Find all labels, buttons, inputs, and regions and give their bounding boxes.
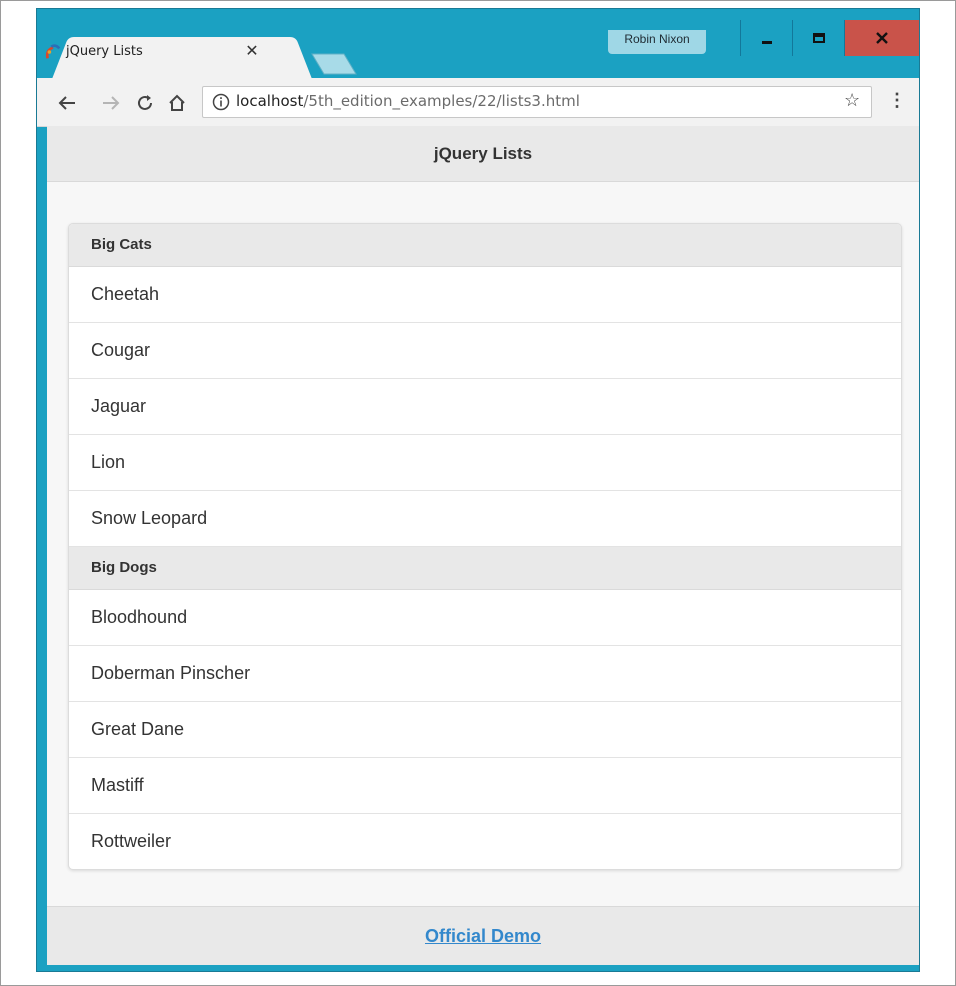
url-path: /5th_edition_examples/22/lists3.html [303, 92, 580, 110]
list-divider: Big Cats [69, 224, 901, 267]
tab-close-icon[interactable]: ✕ [243, 41, 261, 61]
tab-title: jQuery Lists [66, 44, 143, 59]
minimize-button[interactable] [740, 20, 793, 56]
close-icon [876, 32, 888, 44]
list-item[interactable]: Doberman Pinscher [69, 646, 901, 702]
new-tab-button[interactable] [310, 52, 358, 76]
url-text[interactable]: localhost/5th_edition_examples/22/lists3… [236, 92, 580, 110]
profile-name[interactable]: Robin Nixon [608, 30, 706, 54]
list-item[interactable]: Rottweiler [69, 814, 901, 869]
back-arrow-icon[interactable] [56, 92, 78, 114]
reload-icon[interactable] [134, 92, 156, 114]
list-item[interactable]: Lion [69, 435, 901, 491]
home-icon[interactable] [166, 92, 188, 114]
browser-menu-icon[interactable]: ⋮ [888, 90, 906, 112]
listview: Big Cats Cheetah Cougar Jaguar Lion Snow… [68, 223, 902, 870]
list-item[interactable]: Bloodhound [69, 590, 901, 646]
list-item[interactable]: Cheetah [69, 267, 901, 323]
list-item[interactable]: Mastiff [69, 758, 901, 814]
list-item[interactable]: Cougar [69, 323, 901, 379]
close-button[interactable] [844, 20, 919, 56]
list-item[interactable]: Great Dane [69, 702, 901, 758]
forward-arrow-icon[interactable] [100, 92, 122, 114]
url-host: localhost [236, 92, 304, 110]
page-footer: Official Demo [47, 906, 919, 965]
bookmark-star-icon[interactable]: ☆ [844, 90, 864, 110]
info-icon[interactable] [212, 93, 230, 111]
maximize-button[interactable] [792, 20, 845, 56]
maximize-icon [813, 33, 825, 43]
list-item[interactable]: Jaguar [69, 379, 901, 435]
official-demo-link[interactable]: Official Demo [425, 926, 541, 947]
list-divider: Big Dogs [69, 547, 901, 590]
list-item[interactable]: Snow Leopard [69, 491, 901, 547]
page-title: jQuery Lists [47, 126, 919, 182]
jquery-favicon-icon [45, 44, 61, 59]
minimize-icon [762, 41, 772, 44]
